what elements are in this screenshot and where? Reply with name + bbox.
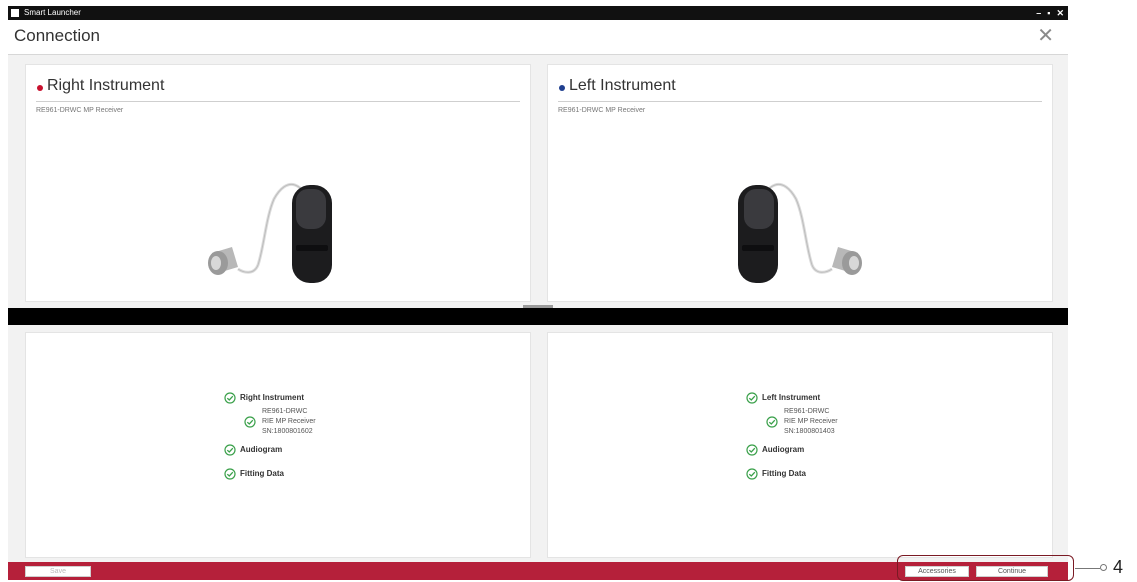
check-circle-icon — [746, 392, 758, 404]
callout-leader-line — [1075, 568, 1100, 569]
detail-model: RE961-DRWC — [784, 408, 830, 415]
status-row: Right Instrument — [224, 391, 316, 405]
status-row: Audiogram — [746, 443, 838, 457]
check-circle-icon — [224, 444, 236, 456]
right-instrument-title: Right Instrument — [47, 77, 165, 94]
left-instrument-card: Left Instrument RE961-DRWC MP Receiver — [547, 64, 1053, 302]
callout-highlight — [897, 555, 1074, 581]
check-circle-icon — [224, 392, 236, 404]
close-window-button[interactable]: ✕ — [1056, 6, 1064, 20]
callout-number: 4 — [1113, 557, 1124, 577]
status-label: Fitting Data — [762, 469, 806, 478]
detail-serial: SN:1800801403 — [784, 428, 835, 435]
right-instrument-header: Right Instrument — [36, 75, 520, 102]
status-row: Fitting Data — [746, 467, 838, 481]
detail-model: RE961-DRWC — [262, 408, 308, 415]
detail-receiver: RIE MP Receiver — [784, 418, 838, 425]
status-label: Audiogram — [762, 445, 805, 454]
check-circle-icon — [244, 416, 256, 428]
check-circle-icon — [746, 444, 758, 456]
left-side-dot — [559, 85, 565, 91]
detail-serial: SN:1800801602 — [262, 428, 313, 435]
smart-launcher-window: Smart Launcher – ▪ ✕ Connection ✕ Right … — [8, 6, 1068, 580]
maximize-button[interactable]: ▪ — [1047, 6, 1050, 20]
page-header: Connection ✕ — [8, 20, 1068, 55]
panel-divider[interactable] — [8, 305, 1068, 325]
right-status-list: Right Instrument RE961-DRWC RIE MP Recei… — [224, 391, 316, 481]
status-label: Fitting Data — [240, 469, 284, 478]
right-instrument-card: Right Instrument RE961-DRWC MP Receiver — [25, 64, 531, 302]
right-status-card: Right Instrument RE961-DRWC RIE MP Recei… — [25, 332, 531, 558]
left-instrument-model: RE961-DRWC MP Receiver — [558, 107, 646, 114]
hearing-aid-icon — [208, 182, 332, 283]
left-instrument-title: Left Instrument — [569, 77, 676, 94]
check-circle-icon — [746, 468, 758, 480]
callout-marker — [1100, 564, 1107, 571]
title-bar: Smart Launcher – ▪ ✕ — [8, 6, 1068, 20]
window-controls: – ▪ ✕ — [1036, 6, 1064, 20]
check-circle-icon — [766, 416, 778, 428]
status-label: Right Instrument — [240, 393, 304, 402]
status-row: Fitting Data — [224, 467, 316, 481]
page-title: Connection — [14, 26, 101, 45]
app-icon — [11, 9, 19, 17]
right-instrument-model: RE961-DRWC MP Receiver — [36, 107, 124, 114]
minimize-button[interactable]: – — [1036, 6, 1041, 20]
instrument-detail: RE961-DRWC RIE MP Receiver SN:1800801602 — [224, 407, 316, 437]
status-row: Audiogram — [224, 443, 316, 457]
splitter-grip[interactable] — [523, 305, 553, 308]
left-status-card: Left Instrument RE961-DRWC RIE MP Receiv… — [547, 332, 1053, 558]
hearing-aid-icon — [738, 182, 862, 283]
left-status-list: Left Instrument RE961-DRWC RIE MP Receiv… — [746, 391, 838, 481]
instrument-detail: RE961-DRWC RIE MP Receiver SN:1800801403 — [746, 407, 838, 437]
close-icon[interactable]: ✕ — [1037, 25, 1054, 47]
left-instrument-header: Left Instrument — [558, 75, 1042, 102]
window-title: Smart Launcher — [24, 8, 81, 17]
check-circle-icon — [224, 468, 236, 480]
status-label: Audiogram — [240, 445, 283, 454]
status-label: Left Instrument — [762, 393, 821, 402]
save-button[interactable]: Save — [25, 566, 91, 577]
right-side-dot — [37, 85, 43, 91]
status-row: Left Instrument — [746, 391, 838, 405]
detail-receiver: RIE MP Receiver — [262, 418, 316, 425]
